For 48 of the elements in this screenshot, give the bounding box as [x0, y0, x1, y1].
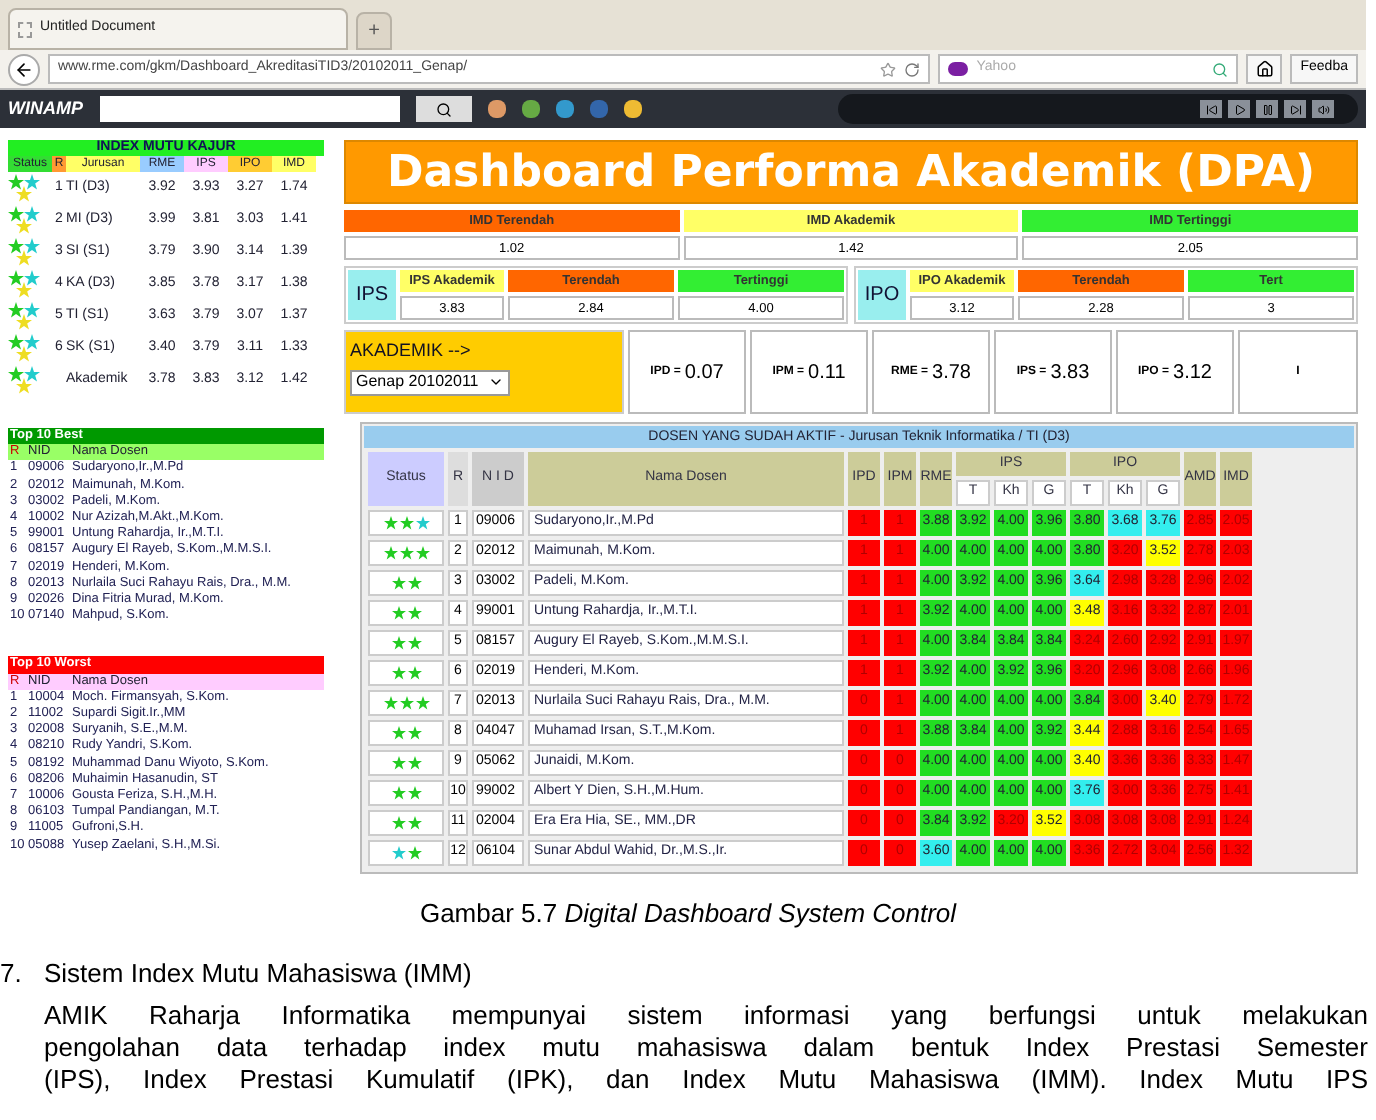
back-arrow-icon [14, 59, 34, 79]
search-icon[interactable] [1212, 61, 1229, 77]
player-button[interactable] [1200, 100, 1222, 118]
stars-icon [8, 334, 40, 362]
toolbar-search-field[interactable] [99, 96, 399, 122]
period-select[interactable]: Genap 20102011 [350, 369, 510, 395]
player-button[interactable] [1256, 100, 1278, 118]
stars-icon [8, 366, 40, 394]
search-icon [435, 101, 451, 117]
body-text-line: AMIK Raharja Informatika mempunyai sistem informasi yang berfungsi untuk melakukan [44, 1000, 1368, 1032]
player-button[interactable] [1284, 100, 1306, 118]
body-text-line: (IPS), Index Prestasi Kumulatif (IPK), dan Index Mutu Mahasiswa (IMM). Index Mutu IPS [44, 1064, 1368, 1096]
previous-icon [1205, 103, 1217, 115]
body-text-line: pengolahan data terhadap index mutu mahasiswa dalam bentuk Index Prestasi Semester [44, 1032, 1368, 1064]
toolbar-logo[interactable]: WINAMP [8, 95, 83, 123]
group-label: IPS [348, 270, 396, 320]
stars-icon [8, 206, 40, 234]
dashboard-title: Dashboard Performa Akademik (DPA) [344, 140, 1358, 204]
bookmark-star-icon[interactable] [880, 61, 897, 77]
next-icon [1289, 103, 1301, 115]
pause-icon [1261, 103, 1273, 115]
home-button[interactable] [1246, 54, 1283, 84]
metric-value: 3.12 [1173, 359, 1212, 387]
group-label: IPO [858, 270, 906, 320]
search-button[interactable] [415, 96, 471, 122]
home-icon [1255, 60, 1274, 78]
volume-icon [1317, 103, 1329, 115]
search-engine-icon [948, 62, 969, 76]
play-icon [1233, 103, 1245, 115]
reload-icon[interactable] [904, 61, 921, 77]
metric-value: 3.78 [932, 359, 971, 387]
metric-value: 3.83 [1050, 359, 1090, 387]
new-tab-button[interactable]: + [356, 12, 392, 50]
metric-value: 0.07 [684, 359, 724, 387]
figure-caption: Gambar 5.7 Digital Dashboard System Control [417, 896, 959, 932]
stars-icon [8, 302, 40, 330]
back-button[interactable] [8, 53, 40, 85]
player-button[interactable] [1312, 100, 1334, 118]
section-number: 7. [0, 955, 24, 991]
chevron-down-icon [488, 374, 504, 390]
page-icon [18, 21, 32, 37]
player-button[interactable] [1228, 100, 1250, 118]
period-label: AKADEMIK --> [350, 338, 473, 364]
stars-icon [8, 238, 40, 266]
stars-icon [8, 174, 40, 202]
metric-value: 0.11 [808, 359, 846, 387]
section-heading: Sistem Index Mutu Mahasiswa (IMM) [44, 955, 472, 992]
stars-icon [8, 270, 40, 298]
